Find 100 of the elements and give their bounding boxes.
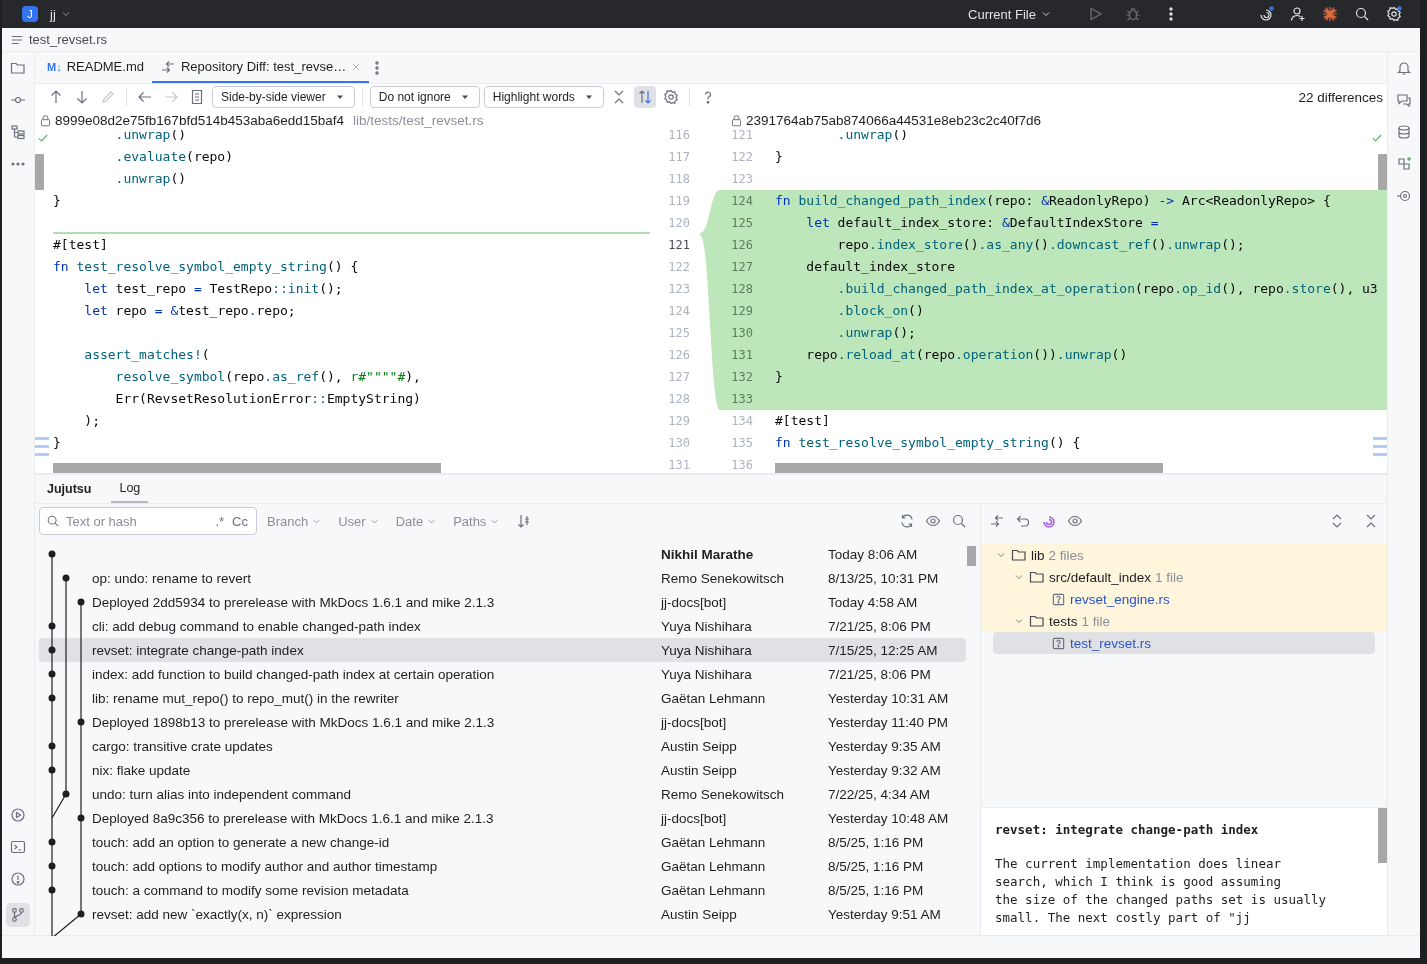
code-line: }	[53, 192, 61, 210]
code-line: .evaluate(repo)	[114, 148, 234, 166]
services-icon[interactable]	[10, 807, 26, 823]
commit-row[interactable]: Nikhil Marathe Today 8:06 AM	[39, 542, 966, 566]
commit-dot[interactable]	[48, 694, 56, 702]
scrollbar-thumb[interactable]	[1378, 808, 1387, 863]
code-line: let test_repo = TestRepo::init();	[83, 280, 343, 298]
code-line: fn test_resolve_symbol_empty_string() {	[53, 258, 359, 276]
code-line: fn build_changed_path_index(repo: &ReadonlyRepo) -> Arc<ReadonlyRepo> {	[775, 192, 1331, 210]
highlight-dropdown[interactable]: Highlight words	[483, 86, 604, 108]
commit-dot[interactable]	[48, 670, 56, 678]
line-number: 116	[667, 130, 690, 144]
commit-dot[interactable]	[62, 790, 70, 798]
commit-message: cli: add debug command to enable changed-path index	[92, 618, 422, 634]
sync-scroll-toggle[interactable]	[633, 86, 656, 108]
sparkle-icon[interactable]	[1322, 6, 1338, 22]
search-field[interactable]: Text or hash .* Cc	[39, 507, 257, 535]
line-number: 135	[730, 435, 754, 452]
commit-row[interactable]: cargo: transitive crate updates Austin Seipp Yesterday 9:35 AM	[39, 734, 966, 758]
scrollbar-thumb[interactable]	[1378, 154, 1387, 190]
commit-row[interactable]: Deployed 2dd5934 to prerelease with MkDocs 1.6.1 and mike 2.1.3 jj-docs[bot] Today 4:58 AM	[39, 590, 966, 614]
notifications-icon[interactable]	[1396, 60, 1412, 76]
chat-icon[interactable]	[1396, 92, 1412, 108]
scrollbar-thumb[interactable]	[967, 546, 976, 566]
ai-icon[interactable]	[1041, 513, 1057, 529]
tree-item[interactable]: lib 2 files	[981, 544, 1387, 566]
commit-row[interactable]: touch: add an option to generate a new change-id Gaëtan Lehmann 8/5/25, 1:16 PM	[39, 830, 966, 854]
commit-message: touch: a command to modify some revision metadata	[92, 882, 410, 898]
commit-row[interactable]: nix: flake update Austin Seipp Yesterday 9:32 AM	[39, 758, 966, 782]
target-icon[interactable]	[1396, 188, 1412, 204]
diff-icon[interactable]	[989, 513, 1005, 529]
line-number: 128	[667, 391, 690, 408]
commit-row[interactable]: Deployed 8a9c356 to prerelease with MkDocs 1.6.1 and mike 2.1.3 jj-docs[bot] Yesterday 10:48 AM	[39, 806, 966, 830]
commit-date: 8/5/25, 1:16 PM	[828, 882, 924, 898]
tool-tab[interactable]: Log	[111, 475, 149, 503]
commit-row[interactable]: op: undo: rename to revert Remo Senekowitsch 8/13/25, 10:31 PM	[39, 566, 966, 590]
tree-item[interactable]: revset_engine.rs	[981, 588, 1387, 610]
line-number: 131	[730, 347, 754, 364]
regex-toggle[interactable]: .*	[213, 513, 227, 529]
whitespace-dropdown[interactable]: Do not ignore	[369, 86, 480, 108]
commit-dot[interactable]	[48, 766, 56, 774]
tree-item[interactable]: test_revset.rs	[993, 632, 1375, 654]
run-config-selector[interactable]: Current File	[962, 5, 1058, 23]
document-icon[interactable]	[189, 89, 205, 105]
project-selector[interactable]: J jj	[22, 6, 72, 22]
commit-row[interactable]: revset: integrate change-path index Yuya Nishihara 7/15/25, 12:25 AM	[39, 638, 966, 662]
commit-dot[interactable]	[77, 814, 85, 822]
arrow-down-icon[interactable]	[74, 89, 90, 105]
viewer-dropdown[interactable]: Side-by-side viewer	[212, 86, 355, 108]
folder-icon	[1029, 613, 1045, 629]
commit-dot[interactable]	[48, 622, 56, 630]
undo-icon[interactable]	[1015, 513, 1031, 529]
database-icon[interactable]	[1396, 124, 1412, 140]
commit-dot[interactable]	[48, 646, 56, 654]
terminal-icon[interactable]	[10, 839, 26, 855]
search-icon[interactable]	[1354, 6, 1370, 22]
folder-icon[interactable]	[10, 60, 26, 76]
plugin-icon[interactable]	[1396, 156, 1412, 172]
match-case-toggle[interactable]: Cc	[230, 513, 250, 529]
editor-tab[interactable]: Repository Diff: test_revse…	[151, 52, 370, 83]
line-number: 126	[730, 237, 754, 254]
commit-row[interactable]: cli: add debug command to enable changed-path index Yuya Nishihara 7/21/25, 8:06 PM	[39, 614, 966, 638]
commit-row[interactable]: touch: add options to modify author and author timestamp Gaëtan Lehmann 8/5/25, 1:16 PM	[39, 854, 966, 878]
commit-date: 8/5/25, 1:16 PM	[828, 834, 924, 850]
commit-dot[interactable]	[77, 910, 85, 918]
commit-row[interactable]: touch: a command to modify some revision metadata Gaëtan Lehmann 8/5/25, 1:16 PM	[39, 878, 966, 902]
commit-author: Austin Seipp	[661, 906, 738, 922]
commit-dot[interactable]	[48, 550, 56, 558]
commit-dot[interactable]	[62, 574, 70, 582]
commit-dot[interactable]	[48, 886, 56, 894]
refresh-icon[interactable]	[899, 513, 915, 529]
commit-row[interactable]: Deployed 1898b13 to prerelease with MkDocs 1.6.1 and mike 2.1.3 jj-docs[bot] Yesterday 11:40 PM	[39, 710, 966, 734]
code-line: .build_changed_path_index_at_operation(repo.op_id(), repo.store(), u3	[836, 280, 1378, 298]
eye-icon[interactable]	[1067, 513, 1083, 529]
structure-icon[interactable]	[10, 124, 26, 140]
git-button[interactable]	[6, 903, 30, 927]
debug-icon[interactable]	[1125, 6, 1141, 22]
commit-row[interactable]: lib: rename mut_repo() to repo_mut() in the rewriter Gaëtan Lehmann Yesterday 10:31 AM	[39, 686, 966, 710]
run-icon[interactable]	[1087, 6, 1103, 22]
tree-item[interactable]: src/default_index 1 file	[981, 566, 1387, 588]
scrollbar-thumb[interactable]	[35, 154, 44, 190]
commit-row[interactable]: revset: add new `exactly(x, n)` expression Austin Seipp Yesterday 9:51 AM	[39, 902, 966, 926]
eye-icon[interactable]	[925, 513, 941, 529]
breadcrumb-file[interactable]: test_revset.rs	[29, 32, 108, 47]
horizontal-scrollbar[interactable]	[775, 463, 1163, 473]
editor-tab[interactable]: M↓ README.md	[39, 52, 152, 83]
tree-item[interactable]: tests 1 file	[981, 610, 1387, 632]
code-line: assert_matches!(	[83, 346, 210, 364]
commit-dot[interactable]	[48, 838, 56, 846]
commit-row[interactable]: index: add function to build changed-path index at certain operation Yuya Nishihara 7/21/25, 8:06 PM	[39, 662, 966, 686]
commit-date: 7/15/25, 12:25 AM	[828, 642, 938, 658]
ai-assistant-icon[interactable]	[1258, 6, 1274, 22]
add-user-icon[interactable]	[1290, 6, 1306, 22]
horizontal-scrollbar[interactable]	[53, 463, 441, 473]
commit-row[interactable]: undo: turn alias into independent command Remo Senekowitsch 7/22/25, 4:34 AM	[39, 782, 966, 806]
commit-dot[interactable]	[48, 862, 56, 870]
commit-dot[interactable]	[77, 598, 85, 606]
problems-icon[interactable]	[10, 871, 26, 887]
commit-dot[interactable]	[48, 742, 56, 750]
commit-dot[interactable]	[77, 718, 85, 726]
